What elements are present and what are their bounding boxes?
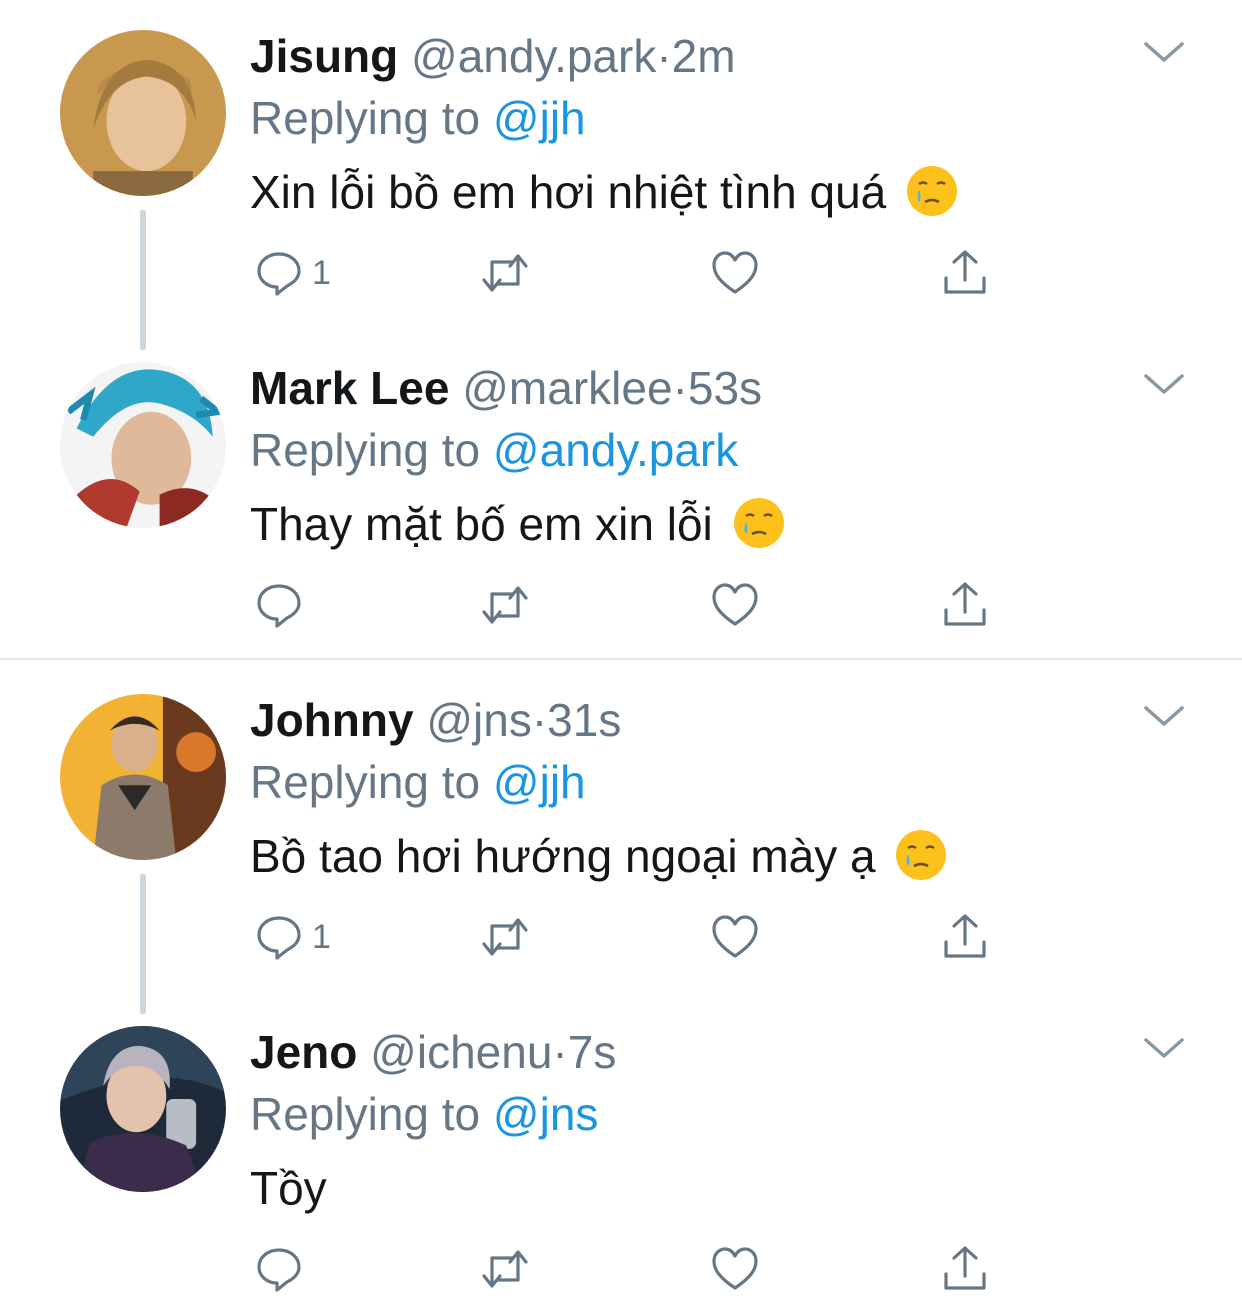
replying-to: Replying to @jns — [250, 1088, 599, 1140]
retweet-icon — [482, 254, 528, 292]
reply-button[interactable] — [254, 577, 312, 633]
chevron-down-icon[interactable] — [1142, 702, 1186, 732]
face-holding-back-tears-emoji — [907, 166, 958, 216]
heart-icon — [712, 915, 758, 958]
separator: · — [656, 30, 672, 82]
display-name[interactable]: Mark Lee — [250, 362, 449, 414]
action-bar: 1 — [254, 909, 1014, 969]
reply-button[interactable] — [254, 1241, 312, 1297]
avatar[interactable] — [60, 694, 226, 860]
action-bar — [254, 577, 1014, 637]
display-name[interactable]: Jisung — [250, 30, 398, 82]
share-icon — [944, 914, 986, 958]
display-name[interactable]: Johnny — [250, 694, 414, 746]
separator: · — [531, 694, 548, 746]
timestamp[interactable]: 7s — [568, 1026, 617, 1078]
handle[interactable]: @andy.park — [411, 30, 656, 82]
tweet-header: Johnny @jns·31s — [250, 692, 621, 748]
thread-divider — [0, 658, 1242, 660]
retweet-icon — [482, 918, 528, 956]
chevron-down-icon[interactable] — [1142, 1034, 1186, 1064]
replying-to: Replying to @jjh — [250, 756, 586, 808]
tweet-header: Jeno @ichenu·7s — [250, 1024, 616, 1080]
share-button[interactable] — [940, 909, 990, 965]
chevron-down-icon[interactable] — [1142, 370, 1186, 400]
like-button[interactable] — [710, 909, 760, 965]
retweet-button[interactable] — [480, 909, 530, 965]
mention-link[interactable]: @jjh — [493, 92, 586, 144]
reply-icon — [257, 252, 301, 296]
reply-count: 1 — [312, 917, 331, 956]
timestamp[interactable]: 2m — [672, 30, 736, 82]
tweet-header: Jisung @andy.park·2m — [250, 28, 736, 84]
avatar[interactable] — [60, 362, 226, 528]
retweet-button[interactable] — [480, 1241, 530, 1297]
retweet-icon — [482, 1250, 528, 1288]
like-button[interactable] — [710, 1241, 760, 1297]
share-icon — [944, 250, 986, 294]
heart-icon — [712, 1247, 758, 1290]
share-button[interactable] — [940, 245, 990, 301]
mention-link[interactable]: @andy.park — [493, 424, 738, 476]
avatar[interactable] — [60, 30, 226, 196]
retweet-button[interactable] — [480, 577, 530, 633]
share-icon — [944, 1246, 986, 1290]
action-bar — [254, 1241, 1014, 1301]
reply-icon — [257, 584, 301, 628]
tweet-text: Tồy — [250, 1162, 327, 1214]
timestamp[interactable]: 31s — [547, 694, 621, 746]
reply-button[interactable]: 1 — [254, 245, 331, 301]
tweet-jeno[interactable]: Jeno @ichenu·7s Replying to @jns Tồy — [0, 996, 1242, 1312]
replying-to: Replying to @andy.park — [250, 424, 739, 476]
share-icon — [944, 582, 986, 626]
display-name[interactable]: Jeno — [250, 1026, 357, 1078]
tweet-mark-lee[interactable]: Mark Lee @marklee·53s Replying to @andy.… — [0, 332, 1242, 658]
thread-line — [140, 874, 146, 1014]
replying-to: Replying to @jjh — [250, 92, 586, 144]
separator: · — [552, 1026, 568, 1078]
timestamp[interactable]: 53s — [688, 362, 762, 414]
tweet-text: Bồ tao hơi hướng ngoại mày ạ — [250, 826, 948, 886]
face-holding-back-tears-emoji — [733, 498, 784, 548]
like-button[interactable] — [710, 245, 760, 301]
tweet-johnny[interactable]: Johnny @jns·31s Replying to @jjh Bồ tao … — [0, 664, 1242, 1014]
like-button[interactable] — [710, 577, 760, 633]
reply-count: 1 — [312, 253, 331, 292]
heart-icon — [712, 251, 758, 294]
handle[interactable]: @ichenu — [370, 1026, 552, 1078]
thread-line — [140, 210, 146, 350]
reply-button[interactable]: 1 — [254, 909, 331, 965]
tweet-jisung[interactable]: Jisung @andy.park·2m Replying to @jjh Xi… — [0, 0, 1242, 350]
share-button[interactable] — [940, 1241, 990, 1297]
chevron-down-icon[interactable] — [1142, 38, 1186, 68]
handle[interactable]: @jns — [426, 694, 532, 746]
reply-icon — [257, 916, 301, 960]
reply-icon — [257, 1248, 301, 1292]
handle[interactable]: @marklee — [462, 362, 672, 414]
mention-link[interactable]: @jjh — [493, 756, 586, 808]
action-bar: 1 — [254, 245, 1014, 305]
avatar[interactable] — [60, 1026, 226, 1192]
separator: · — [672, 362, 688, 414]
share-button[interactable] — [940, 577, 990, 633]
tweet-text: Xin lỗi bồ em hơi nhiệt tình quá — [250, 162, 959, 222]
retweet-icon — [482, 586, 528, 624]
face-holding-back-tears-emoji — [896, 830, 947, 880]
heart-icon — [712, 583, 758, 626]
tweet-text: Thay mặt bố em xin lỗi — [250, 494, 786, 554]
retweet-button[interactable] — [480, 245, 530, 301]
mention-link[interactable]: @jns — [493, 1088, 599, 1140]
tweet-header: Mark Lee @marklee·53s — [250, 360, 762, 416]
